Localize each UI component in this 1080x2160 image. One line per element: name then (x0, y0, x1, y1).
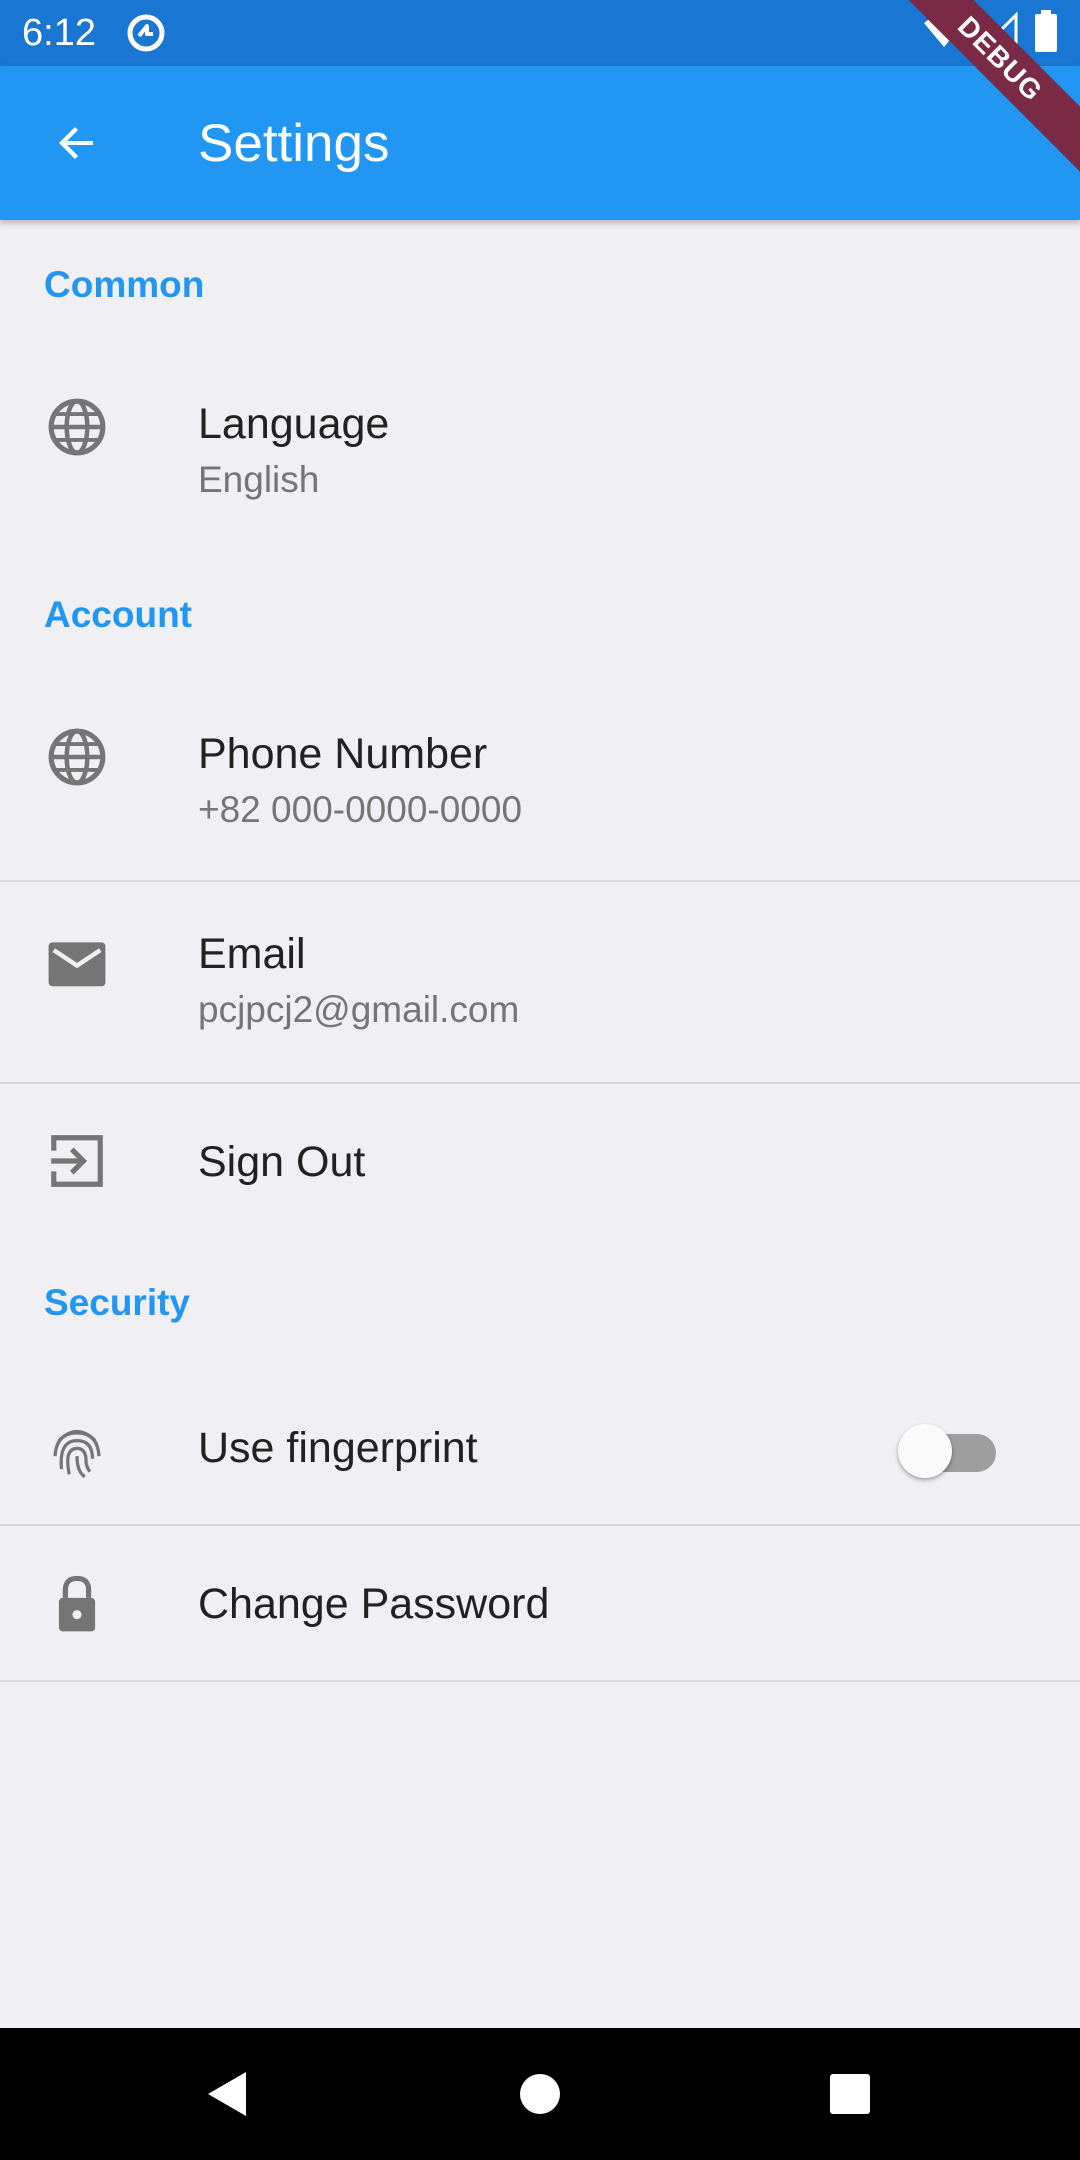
language-tile[interactable]: Language English (0, 370, 1080, 550)
phone-number-tile[interactable]: Phone Number +82 000-0000-0000 (0, 700, 1080, 880)
sign-out-title: Sign Out (198, 1138, 366, 1186)
phone-number-subtitle: +82 000-0000-0000 (198, 789, 523, 830)
system-nav-bar (0, 2028, 1080, 2160)
change-password-title: Change Password (198, 1580, 550, 1628)
section-header-account: Account (44, 594, 192, 635)
fingerprint-tile[interactable]: Use fingerprint (0, 1380, 1080, 1524)
fingerprint-icon (53, 1430, 101, 1479)
fingerprint-title: Use fingerprint (198, 1424, 478, 1472)
home-circle-icon (520, 2074, 560, 2114)
battery-icon (1035, 10, 1057, 52)
mail-icon (48, 942, 106, 987)
globe-icon (48, 398, 106, 456)
fingerprint-toggle[interactable] (898, 1418, 1002, 1478)
app-bar (0, 66, 1080, 220)
app-notification-icon (127, 14, 165, 52)
section-header-security: Security (44, 1282, 191, 1323)
toggle-thumb (898, 1424, 952, 1478)
back-triangle-icon (208, 2072, 246, 2116)
nav-home-button[interactable] (496, 2050, 584, 2138)
exit-icon (51, 1135, 103, 1187)
globe-icon (48, 728, 106, 786)
divider (0, 1680, 1080, 1682)
language-subtitle: English (198, 459, 320, 500)
language-title: Language (198, 400, 390, 448)
sign-out-tile[interactable]: Sign Out (0, 1084, 1080, 1238)
arrow-back-icon (59, 127, 93, 159)
phone-number-title: Phone Number (198, 730, 488, 778)
page-title: Settings (198, 114, 390, 173)
email-title: Email (198, 930, 306, 978)
status-time: 6:12 (22, 12, 96, 54)
change-password-tile[interactable]: Change Password (0, 1526, 1080, 1680)
section-header-common: Common (44, 264, 205, 305)
nav-recents-button[interactable] (806, 2050, 894, 2138)
lock-icon (58, 1575, 96, 1632)
back-button[interactable] (44, 110, 110, 176)
email-tile[interactable]: Email pcjpcj2@gmail.com (0, 882, 1080, 1082)
email-subtitle: pcjpcj2@gmail.com (198, 989, 520, 1030)
nav-back-button[interactable] (182, 2050, 270, 2138)
recents-square-icon (830, 2074, 870, 2114)
